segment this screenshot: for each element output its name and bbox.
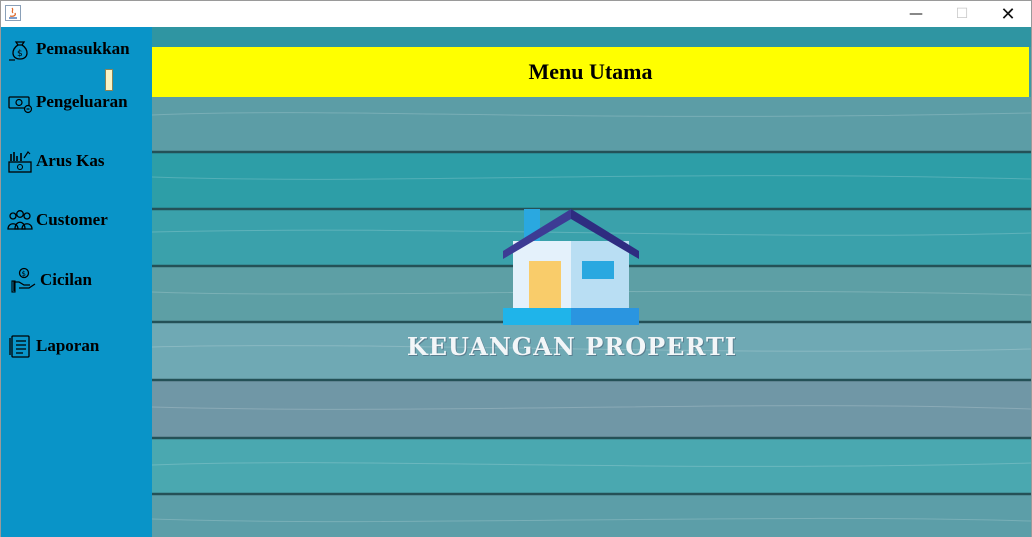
brand-text: KEUANGAN PROPERTI bbox=[406, 332, 738, 361]
sidebar-item-label: Laporan bbox=[36, 336, 100, 355]
page-header: Menu Utama bbox=[152, 47, 1029, 97]
customers-icon bbox=[7, 210, 33, 230]
maximize-button[interactable]: ☐ bbox=[939, 1, 985, 27]
app-window: — ☐ ✕ $ Pemasukkan Pengeluaran Arus Kas … bbox=[0, 0, 1032, 537]
sidebar-item-label: Arus Kas bbox=[36, 151, 105, 170]
sidebar-item-pengeluaran[interactable]: Pengeluaran bbox=[7, 88, 128, 116]
cash-flow-icon bbox=[8, 151, 32, 173]
sidebar-item-arus-kas[interactable]: Arus Kas bbox=[7, 147, 104, 175]
sidebar-item-label: Pengeluaran bbox=[36, 92, 128, 111]
installment-icon: $ bbox=[11, 267, 36, 293]
sidebar: $ Pemasukkan Pengeluaran Arus Kas Custom… bbox=[1, 27, 152, 537]
title-bar: — ☐ ✕ bbox=[1, 1, 1031, 27]
java-app-icon bbox=[5, 5, 21, 21]
sidebar-item-laporan[interactable]: Laporan bbox=[7, 332, 99, 360]
sidebar-item-label: Cicilan bbox=[40, 270, 92, 289]
money-bag-icon: $ bbox=[9, 41, 28, 61]
house-icon bbox=[503, 209, 639, 325]
cash-out-icon bbox=[8, 96, 33, 114]
svg-text:$: $ bbox=[17, 49, 23, 59]
main-panel: Menu Utama KEUANGAN PROPERTI bbox=[152, 27, 1031, 537]
sidebar-item-pemasukkan[interactable]: $ Pemasukkan bbox=[7, 35, 130, 63]
sidebar-item-customer[interactable]: Customer bbox=[7, 206, 108, 234]
sidebar-item-label: Customer bbox=[36, 210, 108, 229]
page-title: Menu Utama bbox=[528, 59, 653, 84]
minimize-button[interactable]: — bbox=[893, 1, 939, 27]
svg-text:$: $ bbox=[22, 270, 26, 278]
report-icon bbox=[9, 335, 30, 358]
close-button[interactable]: ✕ bbox=[985, 1, 1031, 27]
sidebar-item-label: Pemasukkan bbox=[36, 39, 130, 58]
sidebar-item-cicilan[interactable]: $ Cicilan bbox=[11, 266, 92, 294]
